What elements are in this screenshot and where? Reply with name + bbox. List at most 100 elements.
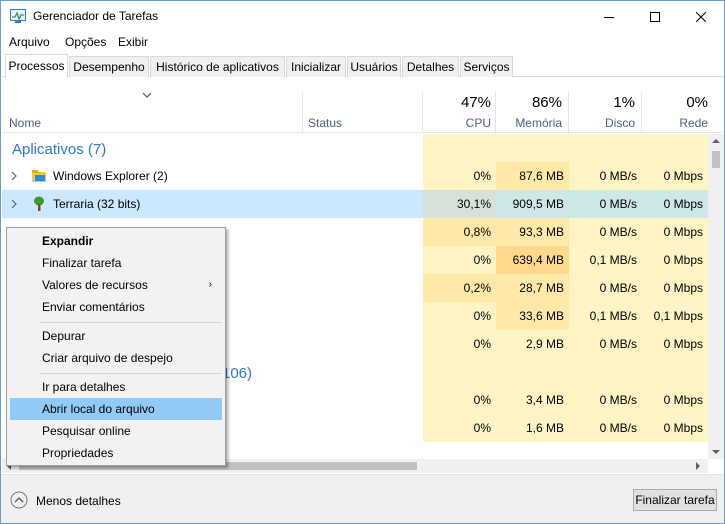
memory-cell: 909,5 MB: [496, 190, 569, 218]
memory-percent: 86%: [531, 94, 562, 111]
less-details-link[interactable]: Menos detalhes: [36, 494, 121, 508]
column-cpu-header[interactable]: CPU: [423, 116, 491, 130]
tab-detalhes[interactable]: Detalhes: [402, 56, 459, 77]
disk-cell: 0 MB/s: [569, 218, 642, 246]
tab-historico[interactable]: Histórico de aplicativos: [150, 56, 285, 77]
column-status-header[interactable]: Status: [308, 116, 342, 130]
disk-cell: 0 MB/s: [569, 190, 642, 218]
menu-separator: [39, 373, 222, 374]
scroll-up-icon[interactable]: [712, 138, 720, 143]
disk-cell: 0 MB/s: [569, 386, 642, 414]
maximize-button[interactable]: [632, 1, 678, 32]
group-title-background: 106): [222, 365, 253, 382]
cpu-cell: 0%: [423, 330, 496, 358]
scroll-down-icon[interactable]: [712, 450, 720, 455]
network-cell: 0 Mbps: [642, 330, 708, 358]
menu-item-ir-detalhes[interactable]: Ir para detalhes: [10, 376, 222, 398]
chevron-right-icon[interactable]: [11, 171, 17, 181]
group-header-apps[interactable]: Aplicativos (7): [2, 134, 708, 162]
table-row[interactable]: Windows Explorer (2) 0% 87,6 MB 0 MB/s 0…: [2, 162, 708, 190]
footer-bar: Menos detalhes Finalizar tarefa: [1, 474, 724, 523]
end-task-button[interactable]: Finalizar tarefa: [633, 489, 717, 511]
network-cell: 0 Mbps: [642, 274, 708, 302]
memory-cell: 1,6 MB: [496, 414, 569, 442]
disk-cell: 0 MB/s: [569, 274, 642, 302]
cpu-cell: 0%: [423, 386, 496, 414]
menu-item-criar-despejo[interactable]: Criar arquivo de despejo: [10, 347, 222, 369]
disk-cell: 0,1 MB/s: [569, 246, 642, 274]
menu-item-depurar[interactable]: Depurar: [10, 325, 222, 347]
cpu-cell: 0%: [423, 414, 496, 442]
disk-percent: 1%: [613, 94, 635, 111]
vertical-scroll-thumb[interactable]: [712, 151, 720, 168]
column-network-header[interactable]: Rede: [642, 116, 708, 130]
terraria-tree-icon: [34, 196, 44, 211]
network-cell: 0 Mbps: [642, 386, 708, 414]
memory-cell: 3,4 MB: [496, 386, 569, 414]
menu-item-abrir-local[interactable]: Abrir local do arquivo: [10, 398, 222, 420]
network-cell: 0 Mbps: [642, 414, 708, 442]
memory-cell: 87,6 MB: [496, 162, 569, 190]
menu-arquivo[interactable]: Arquivo: [9, 35, 50, 49]
network-cell: 0 Mbps: [642, 246, 708, 274]
close-icon: [696, 11, 706, 22]
process-name: Terraria (32 bits): [53, 197, 141, 211]
submenu-arrow-icon: ›: [208, 279, 212, 290]
vertical-scrollbar[interactable]: [708, 134, 724, 459]
memory-cell: 2,9 MB: [496, 330, 569, 358]
menu-opcoes[interactable]: Opções: [65, 35, 106, 49]
tab-desempenho[interactable]: Desempenho: [69, 56, 149, 77]
tab-processos[interactable]: Processos: [5, 54, 68, 78]
menu-separator: [39, 322, 222, 323]
folder-icon: [32, 170, 46, 182]
cpu-cell: 0%: [423, 302, 496, 330]
minimize-icon: [604, 16, 614, 18]
disk-cell: 0 MB/s: [569, 330, 642, 358]
cpu-cell: 0,2%: [423, 274, 496, 302]
network-cell: 0,1 Mbps: [642, 302, 708, 330]
cpu-cell: 0,8%: [423, 218, 496, 246]
menu-bar: Arquivo Opções Exibir: [1, 32, 724, 52]
scroll-right-icon[interactable]: [696, 462, 701, 470]
disk-cell: 0 MB/s: [569, 162, 642, 190]
chevron-up-circle-icon[interactable]: [10, 491, 28, 509]
table-header: Nome Status 47% CPU 86% Memória 1% Disco…: [2, 78, 724, 133]
disk-cell: 0 MB/s: [569, 414, 642, 442]
cpu-cell: 30,1%: [423, 190, 496, 218]
chevron-right-icon[interactable]: [11, 199, 17, 209]
menu-item-propriedades[interactable]: Propriedades: [10, 442, 222, 464]
column-disk-header[interactable]: Disco: [569, 116, 635, 130]
memory-cell: 33,6 MB: [496, 302, 569, 330]
menu-item-pesquisar-online[interactable]: Pesquisar online: [10, 420, 222, 442]
process-name: Windows Explorer (2): [53, 169, 168, 183]
menu-exibir[interactable]: Exibir: [118, 35, 148, 49]
cpu-cell: 0%: [423, 162, 496, 190]
tab-inicializar[interactable]: Inicializar: [286, 56, 346, 77]
menu-item-finalizar-tarefa[interactable]: Finalizar tarefa: [10, 252, 222, 274]
title-bar[interactable]: Gerenciador de Tarefas: [1, 1, 724, 32]
tab-usuarios[interactable]: Usuários: [347, 56, 401, 77]
task-manager-window: Gerenciador de Tarefas Arquivo Opções Ex…: [0, 0, 725, 524]
network-cell: 0 Mbps: [642, 162, 708, 190]
menu-item-valores-recursos[interactable]: Valores de recursos ›: [10, 274, 222, 296]
minimize-button[interactable]: [586, 1, 632, 32]
column-memory-header[interactable]: Memória: [496, 116, 562, 130]
tab-servicos[interactable]: Serviços: [460, 56, 513, 77]
column-name-header[interactable]: Nome: [9, 116, 41, 130]
maximize-icon: [650, 11, 660, 22]
close-button[interactable]: [678, 1, 724, 32]
chevron-down-icon[interactable]: [142, 92, 152, 98]
memory-cell: 28,7 MB: [496, 274, 569, 302]
menu-item-label: Valores de recursos: [42, 278, 148, 292]
cpu-percent: 47%: [460, 94, 491, 111]
tab-bar: Processos Desempenho Histórico de aplica…: [1, 54, 724, 78]
menu-item-expandir[interactable]: Expandir: [10, 230, 222, 252]
table-row-selected[interactable]: Terraria (32 bits) 30,1% 909,5 MB 0 MB/s…: [2, 190, 708, 218]
network-cell: 0 Mbps: [642, 190, 708, 218]
cpu-cell: 0%: [423, 246, 496, 274]
group-title-apps: Aplicativos (7): [12, 141, 107, 158]
memory-cell: 639,4 MB: [496, 246, 569, 274]
menu-item-enviar-comentarios[interactable]: Enviar comentários: [10, 296, 222, 318]
disk-cell: 0,1 MB/s: [569, 302, 642, 330]
network-percent: 0%: [686, 94, 708, 111]
